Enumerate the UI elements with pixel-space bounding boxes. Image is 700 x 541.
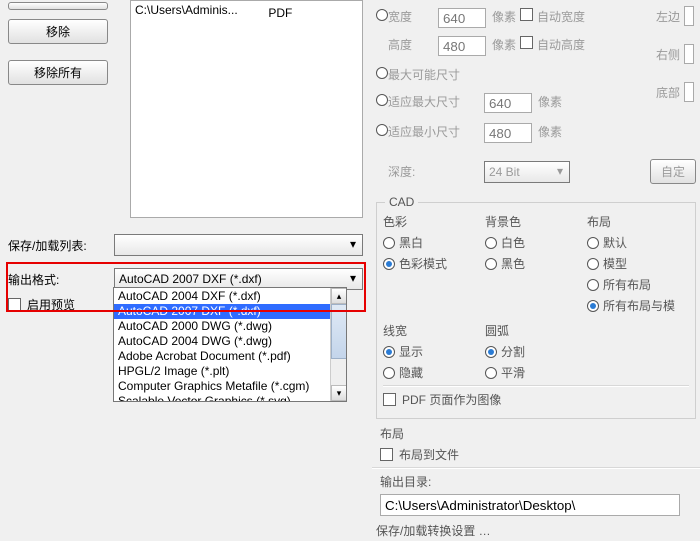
fit-min-radio[interactable] — [376, 124, 388, 136]
lw-hide-label: 隐藏 — [399, 366, 423, 380]
lw-hide-radio[interactable] — [383, 367, 395, 379]
bg-black-radio[interactable] — [485, 258, 497, 270]
auto-width-checkbox[interactable] — [520, 8, 533, 21]
bg-white-radio[interactable] — [485, 237, 497, 249]
left-margin-label: 左边 — [656, 8, 680, 25]
scroll-thumb[interactable] — [331, 304, 347, 359]
arc-title: 圆弧 — [485, 322, 587, 339]
save-load-list-dropdown[interactable] — [114, 234, 363, 256]
width-radio[interactable] — [376, 9, 388, 21]
height-input[interactable] — [438, 36, 486, 56]
layout-title: 布局 — [587, 213, 689, 230]
format-option[interactable]: AutoCAD 2004 DXF (*.dxf) — [114, 289, 346, 304]
cad-group: CAD 色彩 黑白 色彩模式 背景色 白色 黑色 布局 默认 模型 所有布局 所… — [376, 202, 696, 419]
depth-dropdown[interactable]: 24 Bit — [484, 161, 570, 183]
format-option[interactable]: Adobe Acrobat Document (*.pdf) — [114, 349, 346, 364]
pdf-page-image-label: PDF 页面作为图像 — [402, 391, 501, 408]
format-option[interactable]: Scalable Vector Graphics (*.svg) — [114, 394, 346, 402]
pixels-label-2: 像素 — [486, 36, 520, 56]
linewidth-title: 线宽 — [383, 322, 485, 339]
depth-value: 24 Bit — [489, 165, 520, 179]
fit-max-input[interactable] — [484, 93, 532, 113]
color-mode-radio[interactable] — [383, 258, 395, 270]
layout-to-file-checkbox[interactable] — [380, 448, 393, 461]
format-option[interactable]: AutoCAD 2007 DXF (*.dxf) — [114, 304, 346, 319]
layout-default-label: 默认 — [603, 236, 627, 250]
file-path-cell: C:\Users\Adminis... — [135, 3, 265, 17]
color-mode-label: 色彩模式 — [399, 257, 447, 271]
fit-min-input[interactable] — [484, 123, 532, 143]
format-option[interactable]: AutoCAD 2000 DWG (*.dwg) — [114, 319, 346, 334]
color-bw-label: 黑白 — [399, 236, 423, 250]
output-dir-input[interactable] — [380, 494, 680, 516]
scroll-up-button[interactable]: ▴ — [331, 288, 347, 304]
output-format-listbox[interactable]: AutoCAD 2004 DXF (*.dxf)AutoCAD 2007 DXF… — [113, 287, 347, 402]
arc-split-radio[interactable] — [485, 346, 497, 358]
layout2-title: 布局 — [380, 425, 692, 442]
layout-model-radio[interactable] — [587, 258, 599, 270]
auto-width-label: 自动宽度 — [537, 8, 585, 28]
unknown-top-button[interactable] — [8, 2, 108, 10]
file-list-row[interactable]: C:\Users\Adminis... PDF — [135, 3, 358, 20]
bg-white-label: 白色 — [501, 236, 525, 250]
depth-label: 深度: — [388, 163, 484, 180]
right-margin-label: 右侧 — [656, 46, 680, 63]
layout-all-radio[interactable] — [587, 279, 599, 291]
arc-split-label: 分割 — [501, 345, 525, 359]
right-margin-input[interactable] — [684, 44, 694, 64]
width-label: 宽度 — [388, 8, 438, 28]
width-input[interactable] — [438, 8, 486, 28]
fit-max-label: 适应最大尺寸 — [388, 93, 484, 113]
output-dir-label: 输出目录: — [380, 473, 692, 490]
height-label: 高度 — [388, 36, 438, 56]
format-option[interactable]: AutoCAD 2004 DWG (*.dwg) — [114, 334, 346, 349]
auto-height-checkbox[interactable] — [520, 36, 533, 49]
layout-default-radio[interactable] — [587, 237, 599, 249]
format-option[interactable]: HPGL/2 Image (*.plt) — [114, 364, 346, 379]
fit-min-label: 适应最小尺寸 — [388, 123, 484, 143]
format-option[interactable]: Computer Graphics Metafile (*.cgm) — [114, 379, 346, 394]
layout-model-label: 模型 — [603, 257, 627, 271]
bottom-margin-input[interactable] — [684, 82, 694, 102]
listbox-scrollbar[interactable]: ▴ ▾ — [330, 288, 346, 401]
layout-all-and-radio[interactable] — [587, 300, 599, 312]
color-title: 色彩 — [383, 213, 485, 230]
enable-preview-label: 启用预览 — [27, 296, 75, 313]
enable-preview-checkbox[interactable] — [8, 298, 21, 311]
auto-height-label: 自动高度 — [537, 36, 585, 56]
left-margin-input[interactable] — [684, 6, 694, 26]
file-list[interactable]: C:\Users\Adminis... PDF — [130, 0, 363, 218]
max-possible-radio[interactable] — [376, 67, 388, 79]
arc-smooth-label: 平滑 — [501, 366, 525, 380]
arc-smooth-radio[interactable] — [485, 367, 497, 379]
remove-button[interactable]: 移除 — [8, 19, 108, 44]
cad-group-title: CAD — [385, 195, 418, 209]
output-format-label: 输出格式: — [8, 271, 108, 288]
file-type-cell: PDF — [268, 6, 292, 20]
pixels-label-3: 像素 — [532, 93, 562, 113]
pixels-label-4: 像素 — [532, 123, 562, 143]
max-possible-label: 最大可能尺寸 — [388, 66, 460, 83]
save-load-conv-settings-label: 保存/加载转换设置 … — [376, 522, 696, 539]
bottom-margin-label: 底部 — [656, 84, 680, 101]
layout-to-file-label: 布局到文件 — [399, 446, 459, 463]
custom-button[interactable]: 自定 — [650, 159, 696, 184]
remove-all-button[interactable]: 移除所有 — [8, 60, 108, 85]
bg-black-label: 黑色 — [501, 257, 525, 271]
pixels-label-1: 像素 — [486, 8, 520, 28]
layout-all-label: 所有布局 — [603, 278, 651, 292]
pdf-page-image-checkbox[interactable] — [383, 393, 396, 406]
lw-show-label: 显示 — [399, 345, 423, 359]
lw-show-radio[interactable] — [383, 346, 395, 358]
save-load-list-label: 保存/加载列表: — [8, 237, 108, 254]
output-format-selected: AutoCAD 2007 DXF (*.dxf) — [119, 272, 262, 286]
bg-title: 背景色 — [485, 213, 587, 230]
scroll-down-button[interactable]: ▾ — [331, 385, 347, 401]
layout-all-and-label: 所有布局与模 — [603, 299, 675, 313]
color-bw-radio[interactable] — [383, 237, 395, 249]
fit-max-radio[interactable] — [376, 94, 388, 106]
